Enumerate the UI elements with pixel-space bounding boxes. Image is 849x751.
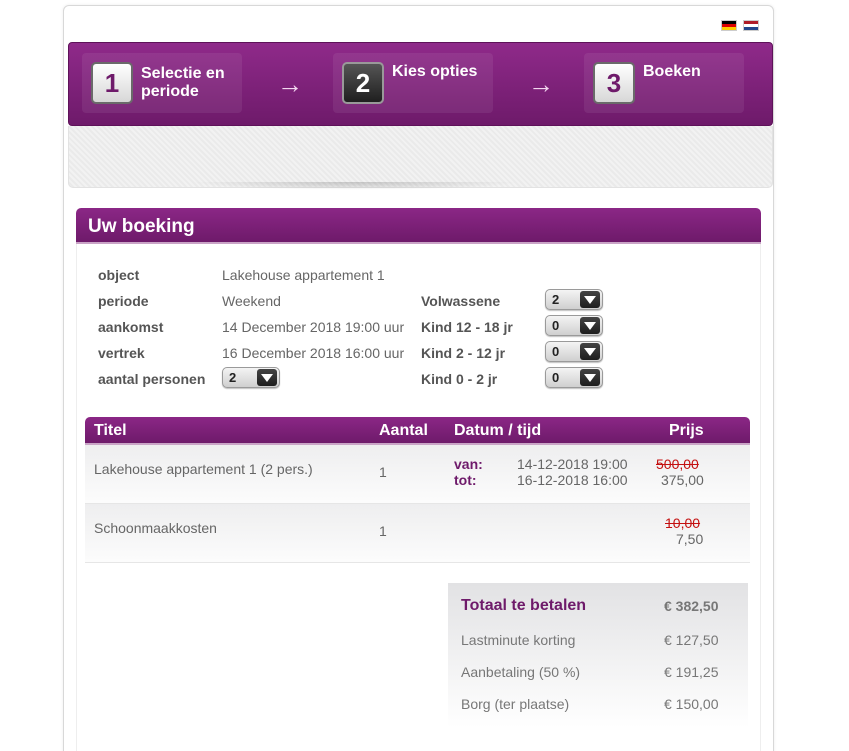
row-aantal: 1 [379,464,387,480]
aankomst-label: aankomst [98,319,164,335]
borg-value: € 150,00 [664,696,719,712]
chevron-down-icon [257,369,277,386]
panel-title: Uw boeking [88,216,195,237]
arrow-right-icon: → [277,69,303,99]
total-value: € 382,50 [664,598,719,614]
volwassene-label: Volwassene [421,293,501,309]
step-label: Selectie en periode [141,65,225,100]
row-titel: Schoonmaakkosten [94,520,217,536]
borg-label: Borg (ter plaatse) [461,696,570,712]
aankomst-value: 14 December 2018 19:00 uur [222,319,405,335]
kind-2-12-select[interactable]: 0 [545,341,603,362]
table-row: Lakehouse appartement 1 (2 pers.) 1 van:… [85,445,750,504]
van-label: van: [454,456,483,472]
volwassene-select[interactable]: 2 [545,289,603,310]
col-titel: Titel [94,422,127,439]
dutch-flag-icon[interactable] [743,20,759,31]
table-row: Schoonmaakkosten 1 10,00 7,50 [85,504,750,563]
step-label: Boeken [643,63,701,80]
select-value: 0 [552,370,560,385]
object-value: Lakehouse appartement 1 [222,267,385,283]
vertrek-value: 16 December 2018 16:00 uur [222,345,405,361]
booking-panel-header: Uw boeking [76,208,761,244]
kind-2-12-label: Kind 2 - 12 jr [421,345,506,361]
deposit-label: Aanbetaling (50 %) [461,664,581,680]
arrow-right-icon: → [528,69,554,99]
step-1[interactable]: 1 Selectie en periode [82,53,242,113]
col-datum: Datum / tijd [454,422,542,439]
step-number: 1 [91,62,133,104]
personen-select[interactable]: 2 [222,367,280,388]
tot-label: tot: [454,472,477,488]
select-value: 2 [229,370,237,385]
step-number: 3 [593,62,635,104]
periode-value: Weekend [222,293,281,309]
tot-value: 16-12-2018 16:00 [517,472,628,488]
totals-box: Totaal te betalen € 382,50 Lastminute ko… [448,583,748,751]
old-price: 500,00 [656,456,699,472]
select-value: 0 [552,344,560,359]
object-label: object [98,267,140,283]
step-2[interactable]: 2 Kies opties [333,53,493,113]
options-bar [68,126,773,188]
periode-label: periode [98,293,149,309]
select-value: 2 [552,292,560,307]
van-value: 14-12-2018 19:00 [517,456,628,472]
step-number: 2 [342,62,384,104]
step-3[interactable]: 3 Boeken [584,53,744,113]
chevron-down-icon [580,343,600,360]
chevron-down-icon [580,369,600,386]
language-switcher [721,20,759,31]
german-flag-icon[interactable] [721,20,737,31]
vertrek-label: vertrek [98,345,145,361]
price: 7,50 [676,531,704,547]
row-titel: Lakehouse appartement 1 (2 pers.) [94,461,313,477]
chevron-down-icon [580,317,600,334]
row-aantal: 1 [379,523,387,539]
kind-12-18-label: Kind 12 - 18 jr [421,319,513,335]
kind-12-18-select[interactable]: 0 [545,315,603,336]
col-aantal: Aantal [379,422,428,439]
step-label: Kies opties [392,63,478,80]
personen-label: aantal personen [98,371,206,387]
discount-label: Lastminute korting [461,632,576,648]
chevron-down-icon [580,291,600,308]
steps-bar: 1 Selectie en periode → 2 Kies opties → … [68,42,773,126]
kind-0-2-select[interactable]: 0 [545,367,603,388]
price: 375,00 [661,472,704,488]
old-price: 10,00 [665,515,701,531]
kind-0-2-label: Kind 0 - 2 jr [421,371,498,387]
deposit-value: € 191,25 [664,664,719,680]
discount-value: € 127,50 [664,632,719,648]
select-value: 0 [552,318,560,333]
items-table-header: Titel Aantal Datum / tijd Prijs [85,417,750,445]
divider-shadow [190,182,520,190]
total-label: Totaal te betalen [461,597,587,614]
col-prijs: Prijs [669,422,704,439]
